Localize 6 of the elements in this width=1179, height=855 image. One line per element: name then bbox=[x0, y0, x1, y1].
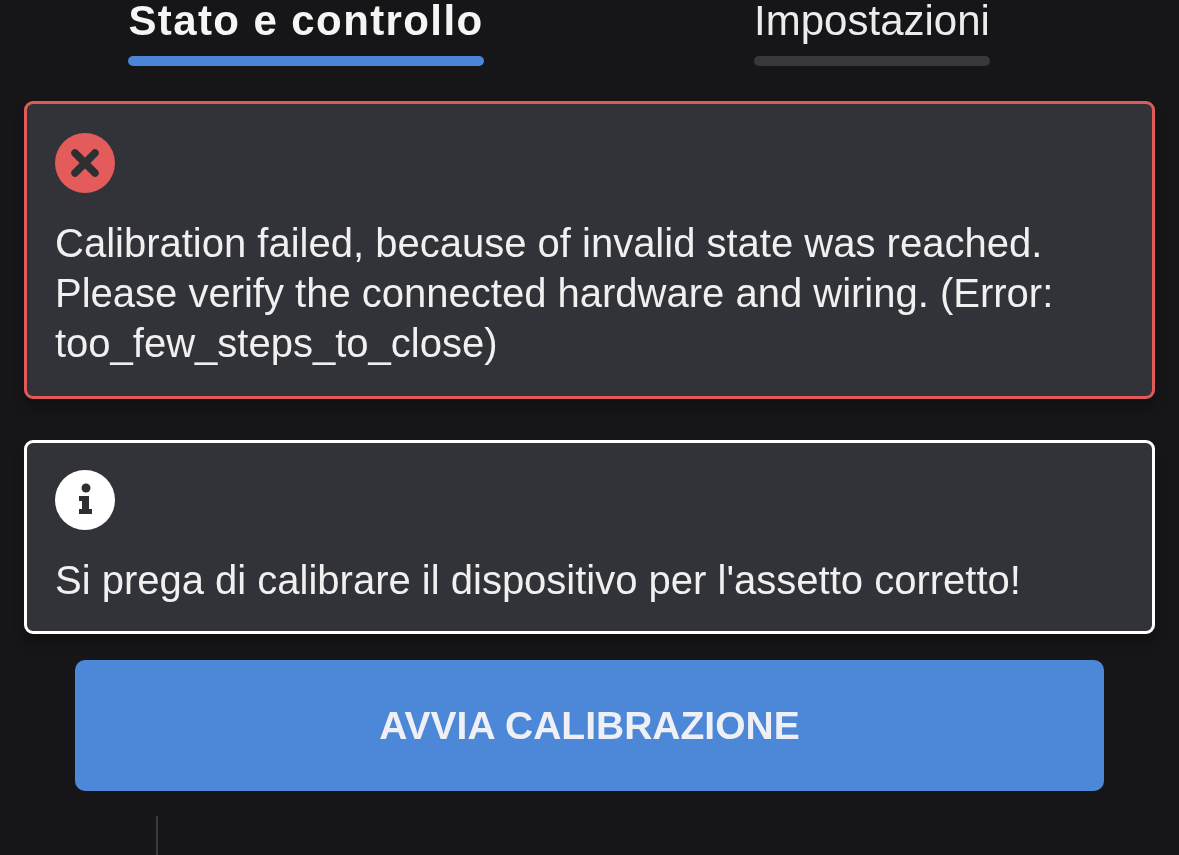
info-icon bbox=[55, 470, 115, 530]
tab[interactable]: Impostazioni bbox=[754, 0, 990, 66]
alert-message: Calibration failed, because of invalid state was reached. Please verify the connected hardware and wiring. (Error: too_few_steps_to_close) bbox=[55, 220, 1055, 367]
error-icon bbox=[55, 133, 115, 193]
tab[interactable]: Stato e controllo bbox=[128, 0, 484, 66]
alert-message: Si prega di calibrare il dispositivo per l'assetto corretto! bbox=[55, 557, 1021, 604]
